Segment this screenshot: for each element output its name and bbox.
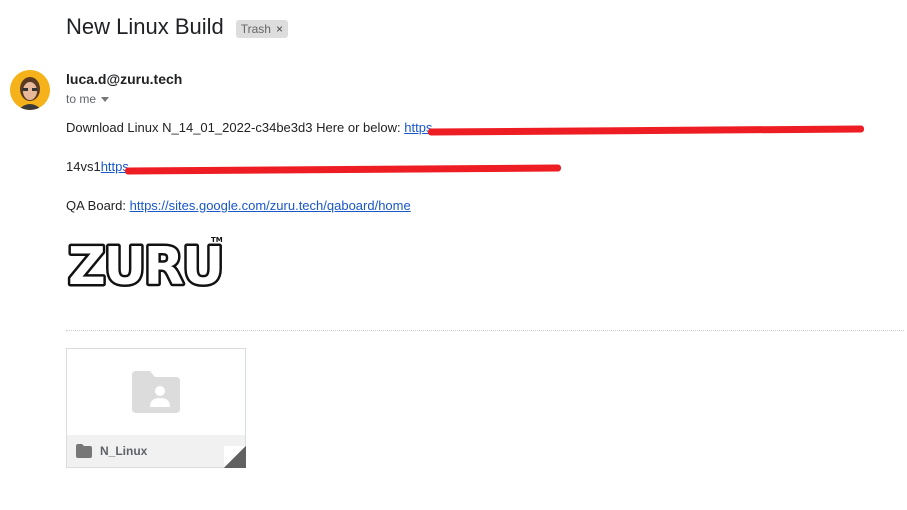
redacted-download-link[interactable]: https — [404, 120, 865, 136]
qa-board-text: QA Board: — [66, 198, 126, 213]
version-line: 14vs1 https — [66, 159, 561, 175]
redaction-bar — [428, 125, 865, 136]
remove-label-icon[interactable]: × — [276, 22, 283, 36]
email-subject: New Linux Build — [66, 14, 224, 39]
sender-avatar[interactable] — [10, 70, 50, 110]
zuru-logo-image: ZURU TM — [66, 235, 227, 300]
svg-text:TM: TM — [211, 236, 223, 244]
page-curl-corner — [224, 446, 246, 468]
folder-icon — [76, 444, 92, 458]
avatar-image — [10, 70, 50, 110]
attachment-preview — [67, 349, 245, 435]
email-subject-row: New Linux Build Trash × — [66, 14, 288, 40]
trash-label-chip[interactable]: Trash × — [235, 19, 288, 38]
qa-board-line: QA Board: https://sites.google.com/zuru.… — [66, 198, 411, 213]
details-dropdown-icon[interactable] — [101, 97, 110, 102]
version-text: 14vs1 — [66, 159, 101, 174]
attachments-divider — [66, 330, 904, 331]
redacted-version-link[interactable]: https — [101, 159, 561, 175]
attachment-footer: N_Linux — [67, 435, 245, 467]
download-text: Download Linux N_14_01_2022-c34be3d3 Her… — [66, 120, 401, 135]
svg-text:ZURU: ZURU — [68, 237, 222, 290]
trash-label-text: Trash — [240, 21, 271, 36]
attachment-name: N_Linux — [100, 444, 148, 458]
recipient-text: to me — [66, 92, 97, 106]
recipient-row[interactable]: to me — [66, 92, 110, 106]
sender-email: luca.d@zuru.tech — [66, 71, 183, 87]
qa-board-link[interactable]: https://sites.google.com/zuru.tech/qaboa… — [130, 198, 411, 213]
download-line: Download Linux N_14_01_2022-c34be3d3 Her… — [66, 120, 865, 136]
zuru-logo: ZURU TM — [66, 234, 228, 300]
redaction-bar — [124, 164, 561, 175]
attachment-card[interactable]: N_Linux — [66, 348, 246, 468]
shared-folder-icon — [132, 371, 180, 413]
